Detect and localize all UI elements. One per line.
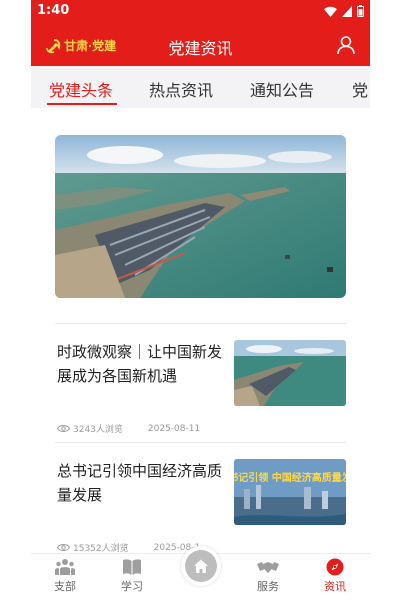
wifi-icon	[324, 6, 337, 17]
people-icon	[55, 559, 75, 575]
list-item[interactable]: 总书记引领中国经济高质量发展 总书记引领 中国经济高质量发展 15352人浏览 …	[55, 459, 346, 554]
home-icon	[194, 559, 208, 573]
port-thumbnail-photo	[234, 340, 346, 406]
app-screen: 1:40 甘肃·党建 党建资讯 党建头条 热点资讯 通知公告 党 时政微观察｜让…	[31, 0, 370, 600]
economy-banner-photo: 总书记引领 中国经济高质量发展	[234, 459, 346, 525]
article-meta: 3243人浏览 2025-08-11	[57, 422, 200, 435]
nav-label: 学习	[121, 580, 143, 593]
nav-label: 资讯	[324, 580, 346, 593]
status-icons	[324, 5, 364, 17]
status-time: 1:40	[37, 3, 70, 18]
nav-service[interactable]: 服务	[238, 558, 298, 594]
tab-notices[interactable]: 通知公告	[250, 77, 314, 101]
eye-icon	[57, 544, 70, 551]
user-profile-icon[interactable]	[336, 35, 356, 55]
article-title: 总书记引领中国经济高质量发展	[57, 462, 223, 504]
divider	[55, 442, 346, 443]
nav-study[interactable]: 学习	[102, 558, 162, 594]
nav-label: 服务	[257, 580, 279, 593]
article-thumbnail	[234, 340, 346, 406]
handshake-icon	[257, 562, 279, 573]
active-tab-indicator	[47, 103, 117, 105]
port-aerial-photo	[55, 135, 346, 298]
publish-date: 2025-08-11	[147, 423, 201, 434]
bottom-navigation: 支部 学习 服务 资讯	[31, 546, 370, 600]
nav-news[interactable]: 资讯	[305, 558, 365, 594]
nav-branch[interactable]: 支部	[35, 558, 95, 594]
divider	[55, 323, 346, 324]
hero-image[interactable]	[55, 135, 346, 298]
tab-hot-news[interactable]: 热点资讯	[149, 77, 213, 101]
compass-icon	[326, 558, 344, 576]
article-thumbnail: 总书记引领 中国经济高质量发展	[234, 459, 346, 525]
view-count: 3243人浏览	[73, 425, 123, 435]
battery-icon	[357, 5, 364, 17]
home-button-circle	[185, 550, 217, 582]
home-button[interactable]	[181, 546, 221, 586]
page-title: 党建资讯	[168, 39, 233, 58]
status-bar: 1:40	[31, 0, 370, 24]
category-tabs: 党建头条 热点资讯 通知公告 党	[31, 66, 370, 108]
eye-icon	[57, 425, 70, 432]
tab-more[interactable]: 党	[352, 77, 368, 101]
book-icon	[123, 559, 141, 575]
signal-icon	[342, 5, 352, 17]
article-title: 时政微观察｜让中国新发展成为各国新机遇	[57, 343, 223, 385]
app-header: 甘肃·党建 党建资讯	[31, 24, 370, 66]
nav-label: 支部	[54, 580, 76, 593]
list-item[interactable]: 时政微观察｜让中国新发展成为各国新机遇 3243人浏览 2025-08-11	[55, 340, 346, 440]
banner-text: 总书记引领 中国经济高质量发展	[234, 471, 346, 484]
tab-headlines[interactable]: 党建头条	[49, 77, 113, 101]
